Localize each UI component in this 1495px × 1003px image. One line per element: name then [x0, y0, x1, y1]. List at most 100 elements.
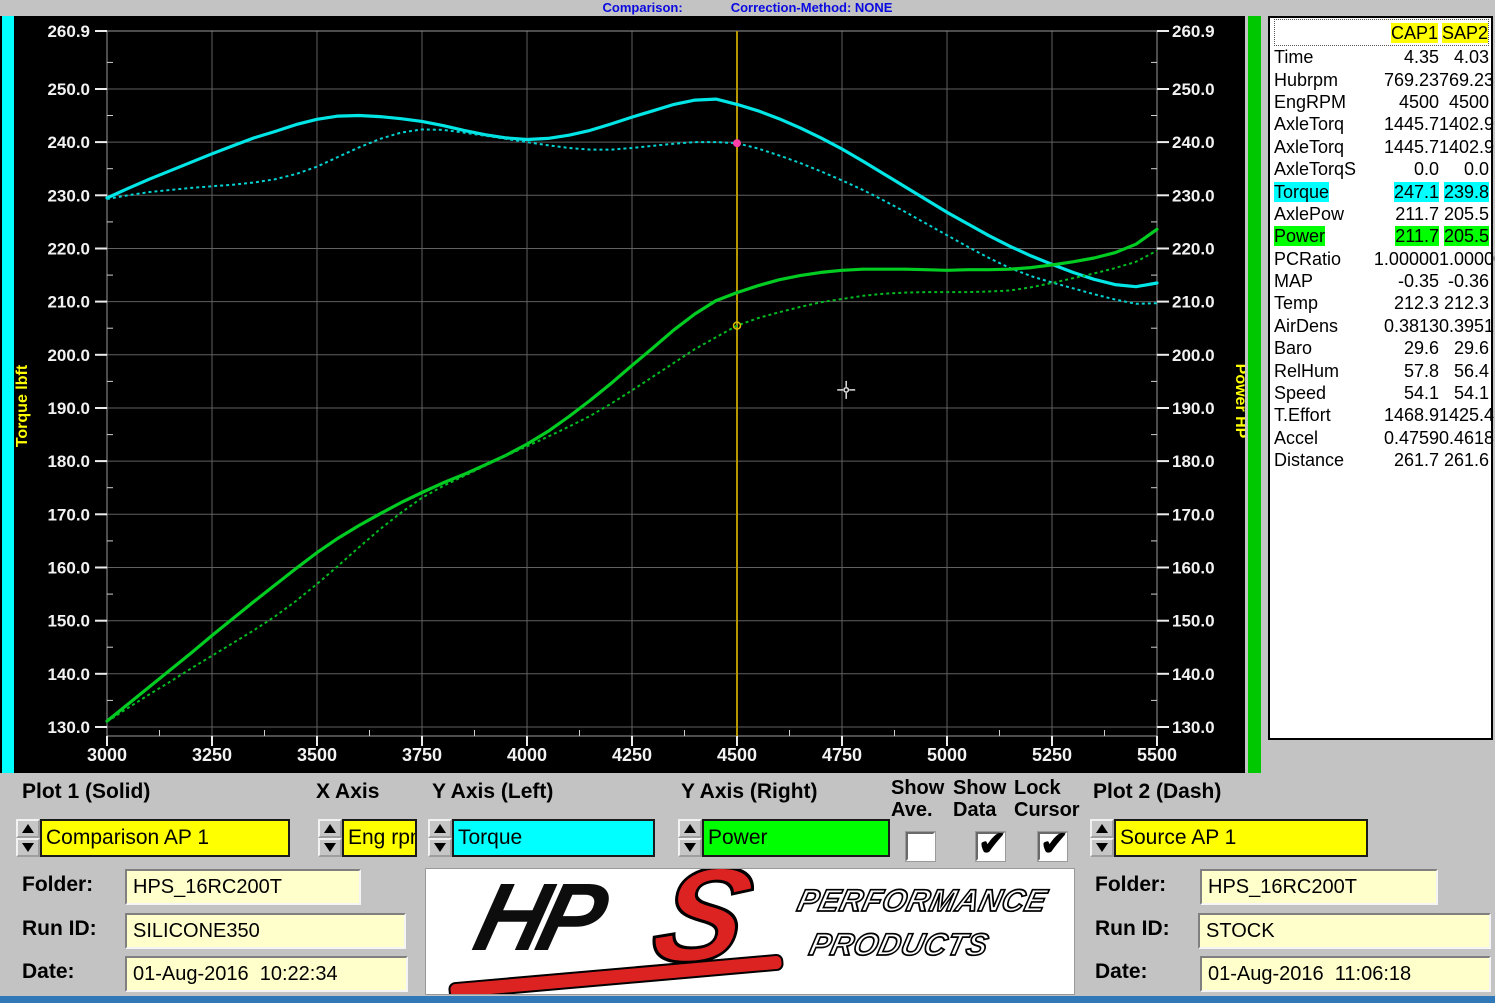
table-row: AxleTorqS0.00.0 — [1274, 158, 1489, 180]
up-arrow-icon — [324, 824, 336, 833]
xaxis-select[interactable]: Eng rpm — [342, 819, 417, 857]
yright-select[interactable]: Power — [702, 819, 890, 857]
svg-text:200.0: 200.0 — [47, 346, 90, 365]
svg-text:3750: 3750 — [402, 745, 442, 765]
lock-cursor-checkbox[interactable]: ✔ — [1038, 832, 1067, 861]
table-row: PCRatio1.000001.00000 — [1274, 248, 1489, 270]
table-row: AxlePow211.7205.5 — [1274, 203, 1489, 225]
yleft-spinner — [428, 819, 452, 857]
runid-field-left[interactable] — [125, 913, 406, 949]
plot2-select[interactable]: Source AP 1 — [1114, 819, 1368, 857]
table-row: Distance261.7261.6 — [1274, 449, 1489, 471]
show-ave-checkbox[interactable] — [906, 832, 935, 861]
show-data-label: Show Data — [953, 777, 1006, 821]
table-row: T.Effort1468.91425.4 — [1274, 404, 1489, 426]
table-row: Hubrpm769.23769.23 — [1274, 68, 1489, 90]
table-row: Torque247.1239.8 — [1274, 180, 1489, 202]
svg-text:190.0: 190.0 — [1172, 399, 1215, 418]
folder-field-right[interactable] — [1200, 869, 1438, 905]
folder-field-left[interactable] — [125, 869, 361, 905]
chart-area: 260.9260.9250.0250.0240.0240.0230.0230.0… — [0, 16, 1245, 773]
sap2-column-header: SAP2 — [1442, 23, 1488, 43]
table-row: AirDens0.38130.3951 — [1274, 315, 1489, 337]
correction-method-label: Correction-Method: NONE — [731, 1, 893, 15]
date-field-right[interactable] — [1200, 956, 1491, 992]
plot1-spin-down-button[interactable] — [16, 838, 40, 857]
down-arrow-icon — [684, 843, 696, 852]
yright-spin-down-button[interactable] — [678, 838, 702, 857]
svg-text:170.0: 170.0 — [47, 505, 90, 524]
dyno-app-window: { "header": { "comparison_label": "Compa… — [0, 0, 1495, 1003]
svg-text:3250: 3250 — [192, 745, 232, 765]
control-panel: Plot 1 (Solid) X Axis Y Axis (Left) Y Ax… — [0, 773, 1495, 1003]
svg-text:160.0: 160.0 — [47, 559, 90, 578]
down-arrow-icon — [434, 843, 446, 852]
date-field-left[interactable] — [125, 956, 408, 992]
svg-text:4250: 4250 — [612, 745, 652, 765]
svg-text:210.0: 210.0 — [1172, 293, 1215, 312]
show-data-checkbox[interactable]: ✔ — [976, 832, 1005, 861]
yright-spinner — [678, 819, 702, 857]
xaxis-spin-down-button[interactable] — [318, 838, 342, 857]
yleft-spin-up-button[interactable] — [428, 819, 452, 838]
svg-text:260.9: 260.9 — [47, 22, 90, 41]
runid-label-left: Run ID: — [22, 917, 97, 941]
svg-text:4000: 4000 — [507, 745, 547, 765]
svg-text:130.0: 130.0 — [1172, 718, 1215, 737]
title-bar: Comparison: Correction-Method: NONE — [0, 0, 1495, 16]
svg-text:4750: 4750 — [822, 745, 862, 765]
xaxis-spinner — [318, 819, 342, 857]
plot1-label: Plot 1 (Solid) — [22, 780, 150, 804]
svg-text:200.0: 200.0 — [1172, 346, 1215, 365]
plot1-spinner — [16, 819, 40, 857]
svg-text:180.0: 180.0 — [47, 452, 90, 471]
up-arrow-icon — [1096, 824, 1108, 833]
checkmark-icon: ✔ — [978, 824, 1007, 864]
svg-text:150.0: 150.0 — [47, 612, 90, 631]
xaxis-spin-up-button[interactable] — [318, 819, 342, 838]
svg-text:150.0: 150.0 — [1172, 612, 1215, 631]
svg-text:140.0: 140.0 — [47, 665, 90, 684]
table-row: AxleTorq1445.71402.9 — [1274, 113, 1489, 135]
svg-text:180.0: 180.0 — [1172, 452, 1215, 471]
yleft-spin-down-button[interactable] — [428, 838, 452, 857]
hps-logo-performance-text: PERFORMANCE — [794, 883, 1051, 919]
svg-text:130.0: 130.0 — [47, 718, 90, 737]
svg-text:240.0: 240.0 — [47, 133, 90, 152]
yleft-select[interactable]: Torque — [452, 819, 655, 857]
folder-label-right: Folder: — [1095, 873, 1166, 897]
mouse-crosshair-icon — [837, 381, 855, 399]
hps-logo-hp-text: HP — [464, 868, 611, 973]
plot1-spin-up-button[interactable] — [16, 819, 40, 838]
xaxis-label: X Axis — [316, 780, 379, 804]
svg-text:160.0: 160.0 — [1172, 559, 1215, 578]
dyno-chart[interactable]: 260.9260.9250.0250.0240.0240.0230.0230.0… — [0, 16, 1245, 773]
svg-text:4500: 4500 — [717, 745, 757, 765]
table-row: MAP-0.35-0.36 — [1274, 270, 1489, 292]
left-axis-title: Torque lbft — [14, 364, 31, 447]
runid-field-right[interactable] — [1198, 913, 1491, 949]
plot2-spin-down-button[interactable] — [1090, 838, 1114, 857]
yright-spin-up-button[interactable] — [678, 819, 702, 838]
yleft-label: Y Axis (Left) — [432, 780, 553, 804]
svg-text:210.0: 210.0 — [47, 293, 90, 312]
hps-logo-products-text: PRODUCTS — [806, 927, 992, 963]
svg-text:220.0: 220.0 — [47, 240, 90, 259]
table-header-row: CAP1 SAP2 — [1274, 19, 1489, 46]
plot2-spin-up-button[interactable] — [1090, 819, 1114, 838]
cap1-column-header: CAP1 — [1391, 23, 1438, 43]
down-arrow-icon — [324, 843, 336, 852]
data-table-panel: CAP1 SAP2 Time4.354.03Hubrpm769.23769.23… — [1268, 16, 1493, 740]
up-arrow-icon — [22, 824, 34, 833]
svg-text:190.0: 190.0 — [47, 399, 90, 418]
plot2-spinner — [1090, 819, 1114, 857]
left-axis-color-strip — [2, 16, 14, 773]
plot1-select[interactable]: Comparison AP 1 — [40, 819, 290, 857]
lock-cursor-label: Lock Cursor — [1014, 777, 1080, 821]
table-row: AxleTorq1445.71402.9 — [1274, 136, 1489, 158]
bottom-accent-bar — [0, 996, 1495, 1003]
down-arrow-icon — [1096, 843, 1108, 852]
down-arrow-icon — [22, 843, 34, 852]
comparison-label: Comparison: — [603, 1, 683, 15]
right-axis-title: Power HP — [1232, 364, 1245, 439]
